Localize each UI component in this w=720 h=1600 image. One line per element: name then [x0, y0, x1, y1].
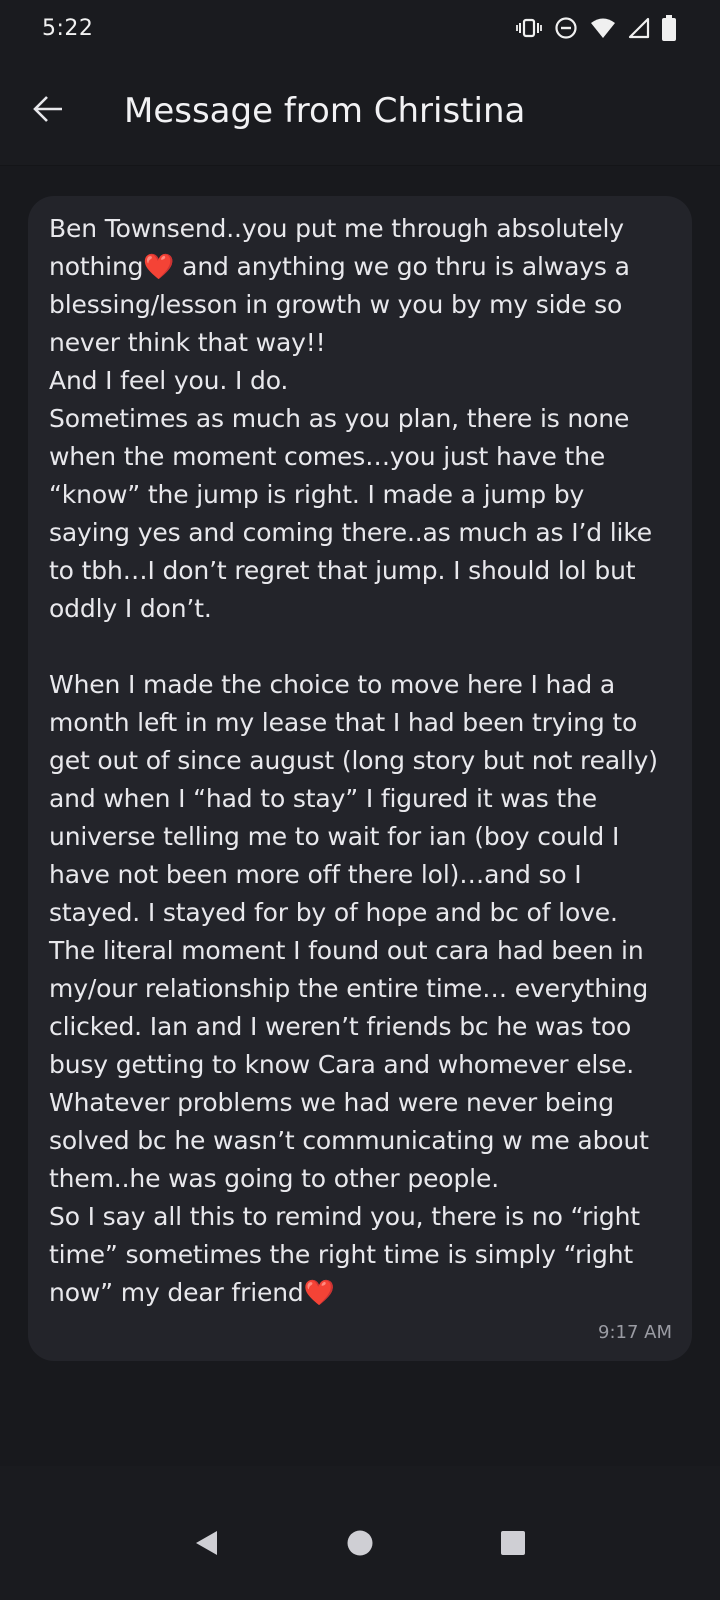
- navigation-bar: [0, 1490, 720, 1600]
- arrow-left-icon: [32, 93, 64, 129]
- message-text: Ben Townsend..you put me through absolut…: [49, 214, 658, 1307]
- page-title: Message from Christina: [124, 90, 526, 131]
- message-timestamp: 9:17 AM: [598, 1322, 672, 1343]
- cellular-icon: [628, 17, 650, 39]
- nav-home-button[interactable]: [330, 1515, 390, 1575]
- wifi-icon: [590, 17, 616, 39]
- status-icons: [516, 15, 676, 41]
- do-not-disturb-icon: [554, 16, 578, 40]
- status-bar: 5:22: [0, 0, 720, 56]
- message-content[interactable]: Ben Townsend..you put me through absolut…: [0, 166, 720, 1466]
- status-time: 5:22: [42, 15, 94, 41]
- recents-square-icon: [498, 1528, 528, 1562]
- vibrate-icon: [516, 17, 542, 39]
- message-bubble[interactable]: Ben Townsend..you put me through absolut…: [28, 196, 692, 1361]
- back-button[interactable]: [20, 83, 76, 139]
- back-triangle-icon: [192, 1528, 222, 1562]
- battery-icon: [662, 15, 676, 41]
- nav-recents-button[interactable]: [483, 1515, 543, 1575]
- app-bar: Message from Christina: [0, 56, 720, 166]
- home-circle-icon: [345, 1528, 375, 1562]
- nav-back-button[interactable]: [177, 1515, 237, 1575]
